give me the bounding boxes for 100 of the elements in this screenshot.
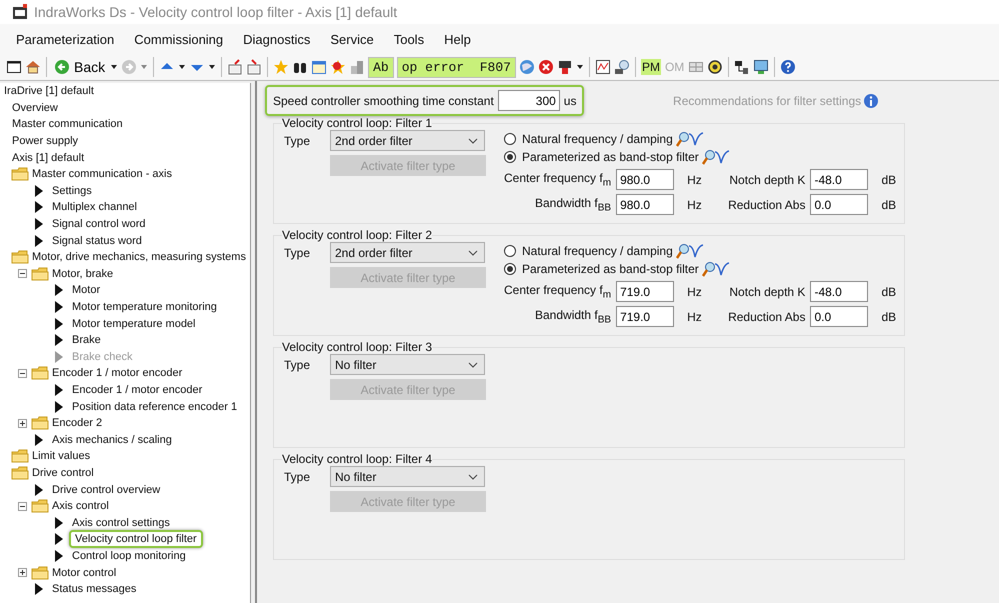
folder-icon	[31, 366, 49, 380]
unit-label: Hz	[686, 284, 703, 298]
tree-item[interactable]: Motor, drive mechanics, measuring systems	[29, 251, 249, 264]
tree-item[interactable]: Motor control	[49, 566, 120, 579]
menu-item[interactable]: Diagnostics	[233, 32, 320, 46]
tree-item[interactable]: Encoder 1 / motor encoder	[69, 384, 206, 396]
tree-item[interactable]: Power supply	[9, 135, 82, 148]
toggle-icon[interactable]	[18, 368, 27, 378]
tree-item[interactable]: Control loop monitoring	[69, 550, 189, 562]
chart-icon[interactable]	[594, 59, 611, 75]
help-icon[interactable]	[780, 59, 796, 75]
radio-label[interactable]: Natural frequency / damping	[522, 244, 673, 258]
calendar-icon[interactable]	[311, 59, 328, 75]
magnifier-curve-icon[interactable]	[674, 243, 705, 259]
tree-item[interactable]: Axis control settings	[69, 516, 173, 529]
type-dropdown[interactable]: 2nd order filter	[330, 130, 485, 151]
group-title: Velocity control loop: Filter 2	[282, 228, 432, 242]
menu-item[interactable]: Parameterization	[6, 32, 124, 46]
group-title: Velocity control loop: Filter 1	[282, 116, 432, 130]
chevron-down-icon[interactable]	[468, 474, 478, 480]
document-icon[interactable]	[227, 59, 244, 75]
radio-button[interactable]	[504, 151, 516, 163]
param-label: Notch depth K	[728, 172, 806, 186]
info-icon[interactable]	[863, 92, 880, 108]
input-field[interactable]: 0.0	[810, 194, 868, 215]
tree-item[interactable]: Settings	[49, 184, 95, 197]
tree-item[interactable]: Encoder 1 / motor encoder	[49, 367, 186, 380]
input-field[interactable]: 0.0	[810, 306, 868, 327]
tree-item[interactable]: Master communication	[9, 118, 126, 130]
tree-item[interactable]: Limit values	[29, 450, 94, 462]
caret-icon[interactable]	[178, 63, 186, 71]
mode-indicator[interactable]: PM	[640, 59, 661, 75]
caret-icon[interactable]	[208, 63, 216, 71]
menu-item[interactable]: Service	[320, 32, 384, 46]
radio-button[interactable]	[504, 245, 516, 257]
tree-item[interactable]: Encoder 2	[49, 417, 106, 430]
tree-item[interactable]: Motor temperature monitoring	[69, 301, 220, 314]
tree-item[interactable]: Axis mechanics / scaling	[49, 434, 175, 446]
tree-item[interactable]: Status messages	[49, 583, 140, 596]
param-label: Notch depth K	[728, 284, 806, 298]
network-icon[interactable]	[734, 59, 750, 75]
tree-item[interactable]: Brake	[69, 334, 104, 346]
tree-item[interactable]: Axis control	[49, 500, 112, 512]
tree-item[interactable]: Velocity control loop filter	[69, 530, 203, 548]
tree-item[interactable]: Motor, brake	[49, 268, 116, 280]
type-dropdown[interactable]: No filter	[330, 354, 485, 375]
toggle-icon[interactable]	[18, 568, 27, 578]
close-icon[interactable]	[538, 59, 554, 75]
menu-item[interactable]: Help	[434, 32, 481, 46]
error-star-icon[interactable]	[330, 59, 346, 75]
star-icon[interactable]	[273, 59, 290, 75]
type-dropdown[interactable]: 2nd order filter	[330, 242, 485, 263]
input-field[interactable]: 980.0	[616, 194, 674, 215]
tree-item[interactable]: Multiplex channel	[49, 201, 140, 214]
magnifier-curve-icon[interactable]	[700, 149, 731, 165]
magnifier-icon[interactable]	[614, 59, 630, 75]
tree-item[interactable]: Position data reference encoder 1	[69, 400, 240, 413]
radio-label[interactable]: Natural frequency / damping	[522, 132, 673, 146]
caret-icon[interactable]	[576, 63, 584, 71]
input-field[interactable]: 719.0	[616, 306, 674, 327]
chevron-down-icon[interactable]	[468, 138, 478, 144]
tree-item[interactable]: Axis [1] default	[9, 152, 88, 164]
radio-label[interactable]: Parameterized as band-stop filter	[522, 262, 699, 276]
toggle-icon[interactable]	[18, 418, 27, 428]
tree-item[interactable]: Drive control	[29, 466, 97, 479]
caret-icon[interactable]	[110, 63, 118, 71]
monitor-icon[interactable]	[753, 59, 770, 75]
input-field[interactable]: 300	[498, 90, 560, 111]
tree-item[interactable]: Signal status word	[49, 234, 145, 247]
input-field[interactable]: -48.0	[810, 281, 868, 302]
chevron-down-icon[interactable]	[468, 250, 478, 256]
toggle-icon[interactable]	[18, 502, 27, 511]
menu-item[interactable]: Tools	[384, 32, 434, 46]
input-field[interactable]: 980.0	[616, 169, 674, 190]
chevron-down-icon[interactable]	[468, 362, 478, 368]
radio-button[interactable]	[504, 263, 516, 275]
tree-item[interactable]: Motor temperature model	[69, 318, 198, 330]
radio-button[interactable]	[504, 133, 516, 145]
folder-icon	[31, 266, 49, 281]
document-icon[interactable]	[246, 59, 262, 75]
field-label: Speed controller smoothing time constant	[273, 94, 494, 108]
toggle-icon[interactable]	[18, 269, 27, 278]
radio-label[interactable]: Parameterized as band-stop filter	[522, 150, 699, 164]
unit-label: dB	[880, 310, 896, 324]
tree-item[interactable]: Signal control word	[49, 218, 149, 230]
input-field[interactable]: -48.0	[810, 169, 868, 190]
back-button[interactable]: Back	[52, 59, 108, 75]
tree-item[interactable]: Drive control overview	[49, 484, 164, 496]
device-icon[interactable]	[556, 59, 573, 75]
home-icon[interactable]	[25, 59, 41, 75]
tree-item[interactable]: Overview	[9, 102, 61, 114]
window-icon[interactable]	[6, 59, 22, 75]
tree-item[interactable]: Master communication - axis	[29, 168, 175, 180]
tree-item[interactable]: Motor	[69, 284, 104, 296]
magnifier-curve-icon[interactable]	[700, 261, 731, 277]
input-field[interactable]: 719.0	[616, 281, 674, 302]
menu-item[interactable]: Commissioning	[124, 32, 234, 46]
type-dropdown[interactable]: No filter	[330, 466, 485, 487]
magnifier-curve-icon[interactable]	[674, 131, 705, 147]
tree-item[interactable]: IraDrive [1] default	[1, 85, 97, 98]
